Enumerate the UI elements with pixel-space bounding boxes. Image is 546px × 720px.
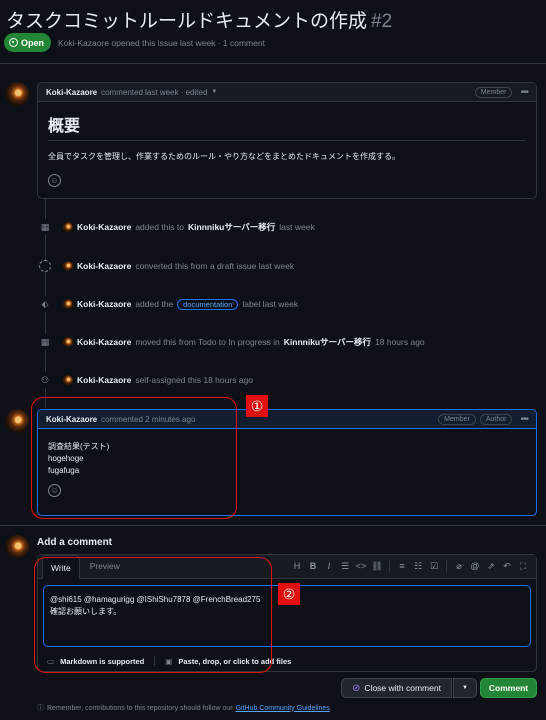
draft-icon: [39, 260, 51, 272]
comment-button[interactable]: Comment: [480, 678, 537, 698]
project-icon: ▦: [37, 219, 53, 235]
toolbar-divider: [446, 560, 447, 572]
divider: [0, 63, 546, 64]
timeline-item: ⚇ Koki-Kazaore self-assigned this 18 hou…: [37, 372, 253, 388]
issue-title: タスクコミットルールドキュメントの作成 #2: [6, 6, 392, 33]
annotation-box: [34, 557, 272, 673]
add-comment-title: Add a comment: [37, 537, 113, 548]
comment-heading: 概要: [48, 112, 526, 141]
toolbar-divider: [389, 560, 390, 572]
documentation-label[interactable]: documentation: [177, 298, 239, 310]
reply-icon[interactable]: ↶: [500, 561, 514, 572]
issue-opened-icon: [9, 38, 18, 47]
fullscreen-icon[interactable]: ⛶: [516, 561, 530, 572]
tag-icon: ⬖: [37, 296, 53, 312]
annotation-number: ①: [246, 395, 268, 417]
timeline-time: label last week: [242, 299, 299, 309]
author-badge: Author: [479, 413, 513, 425]
chevron-down-icon[interactable]: ▼: [211, 89, 217, 95]
timeline-actor[interactable]: Koki-Kazaore: [77, 337, 131, 347]
markdown-toolbar: H B I ☰ <> ⛓ ≡ ☷ ☑ ⌀ @ ⇗ ↶ ⛶: [290, 554, 536, 578]
task-list-icon[interactable]: ☑: [427, 561, 441, 572]
issue-closed-icon: ⊘: [352, 682, 361, 694]
timeline-text: moved this from Todo to In progress in: [135, 337, 280, 347]
issue-meta: Koki-Kazaore opened this issue last week…: [58, 38, 265, 48]
quote-icon[interactable]: ☰: [338, 561, 352, 572]
person-icon: ⚇: [37, 372, 53, 388]
avatar[interactable]: [63, 337, 73, 347]
timeline-item: ▦ Koki-Kazaore added this to Kinnnikuサーバ…: [37, 219, 315, 235]
status-label: Open: [21, 37, 45, 48]
timeline-time[interactable]: last week: [279, 222, 314, 232]
more-options-icon[interactable]: •••: [520, 87, 528, 98]
heading-icon[interactable]: H: [290, 561, 304, 571]
annotation-box: [31, 397, 237, 519]
annotation-number: ②: [278, 583, 300, 605]
member-badge: Member: [438, 413, 476, 425]
smiley-icon[interactable]: ☺: [48, 174, 61, 187]
avatar[interactable]: [63, 299, 73, 309]
timeline-actor[interactable]: Koki-Kazaore: [77, 261, 131, 271]
close-options-dropdown[interactable]: ▼: [453, 678, 477, 698]
timeline-target[interactable]: Kinnnikuサーバー移行: [188, 221, 275, 233]
attach-icon[interactable]: ⌀: [452, 561, 466, 572]
mention-icon[interactable]: @: [468, 561, 482, 571]
timeline-target[interactable]: Kinnnikuサーバー移行: [284, 336, 371, 348]
guidelines-note: ⓘ Remember, contributions to this reposi…: [37, 703, 332, 713]
bold-icon[interactable]: B: [306, 561, 320, 571]
timeline-actor[interactable]: Koki-Kazaore: [77, 375, 131, 385]
timeline-text: converted this from a draft issue last w…: [135, 261, 295, 271]
issue-number: #2: [371, 11, 393, 32]
guidelines-link[interactable]: GitHub Community Guidelines: [236, 705, 330, 712]
link-icon[interactable]: ⛓: [370, 561, 384, 572]
numbered-list-icon[interactable]: ≡: [395, 561, 409, 571]
avatar[interactable]: [5, 409, 29, 433]
timeline-item: ▦ Koki-Kazaore moved this from Todo to I…: [37, 334, 425, 350]
timeline-text: added this to: [135, 222, 185, 232]
timeline-text: self-assigned this 18 hours ago: [135, 375, 253, 385]
timeline-item: ⬖ Koki-Kazaore added the documentation l…: [37, 296, 298, 312]
avatar[interactable]: [5, 535, 29, 559]
timeline-actor[interactable]: Koki-Kazaore: [77, 222, 131, 232]
close-button-label: Close with comment: [364, 683, 441, 693]
comment-text: 全員でタスクを管理し、作業するためのルール・やり方などをまとめたドキュメントを作…: [48, 152, 400, 161]
divider: [0, 525, 546, 526]
guidelines-suffix: .: [329, 704, 332, 712]
project-icon: ▦: [37, 334, 53, 350]
chevron-down-icon: ▼: [462, 685, 468, 691]
avatar[interactable]: [63, 261, 73, 271]
status-badge: Open: [4, 33, 52, 52]
more-options-icon[interactable]: •••: [520, 414, 528, 425]
guidelines-text: Remember, contributions to this reposito…: [47, 704, 233, 712]
timeline-actor[interactable]: Koki-Kazaore: [77, 299, 131, 309]
close-with-comment-button[interactable]: ⊘ Close with comment: [341, 678, 452, 698]
code-icon[interactable]: <>: [354, 561, 368, 571]
timeline-time[interactable]: 18 hours ago: [375, 337, 425, 347]
bullet-list-icon[interactable]: ☷: [411, 561, 425, 572]
info-icon: ⓘ: [37, 705, 44, 712]
comment-info[interactable]: commented last week · edited: [101, 88, 207, 97]
comment-header: Koki-Kazaore commented last week · edite…: [38, 83, 536, 102]
reference-icon[interactable]: ⇗: [484, 561, 498, 572]
member-badge: Member: [474, 86, 513, 98]
avatar[interactable]: [5, 82, 29, 106]
issue-title-text: タスクコミットルールドキュメントの作成: [6, 11, 368, 32]
comment-card: Koki-Kazaore commented last week · edite…: [37, 82, 537, 199]
timeline-item: Koki-Kazaore converted this from a draft…: [37, 258, 294, 274]
avatar[interactable]: [63, 222, 73, 232]
timeline-text: added the: [135, 299, 174, 309]
italic-icon[interactable]: I: [322, 561, 336, 571]
avatar[interactable]: [63, 375, 73, 385]
comment-author[interactable]: Koki-Kazaore: [46, 88, 97, 97]
comment-body: 概要 全員でタスクを管理し、作業するためのルール・やり方などをまとめたドキュメン…: [38, 102, 536, 197]
